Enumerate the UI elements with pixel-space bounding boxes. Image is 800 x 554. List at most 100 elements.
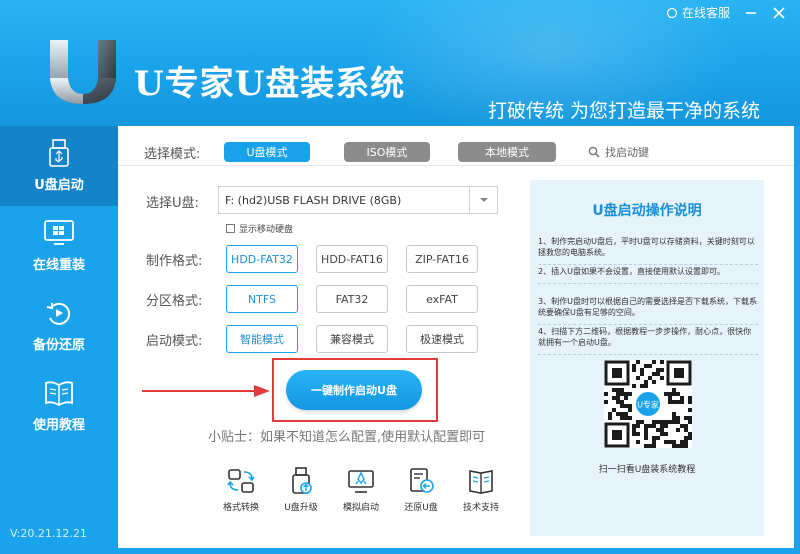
qr-cell (688, 420, 692, 424)
qr-cell (628, 404, 632, 408)
qr-cell (644, 424, 648, 428)
qr-cell (632, 424, 636, 428)
format-option-zip-fat16[interactable]: ZIP-FAT16 (406, 245, 478, 273)
partition-option-fat32[interactable]: FAT32 (316, 285, 388, 313)
qr-cell (644, 444, 648, 448)
qr-cell (640, 368, 644, 372)
qr-cell (604, 400, 608, 404)
usb-drive-select[interactable]: F: (hd2)USB FLASH DRIVE (8GB) (218, 186, 498, 214)
qr-cell (624, 392, 628, 396)
qr-cell (616, 396, 620, 400)
qr-cell (684, 440, 688, 444)
qr-caption: 扫一扫看U盘装系统教程 (598, 465, 696, 475)
qr-cell (656, 420, 660, 424)
online-support-label: 在线客服 (681, 6, 730, 20)
qr-cell (676, 420, 680, 424)
qr-code: U专家 (604, 360, 692, 448)
qr-cell (652, 444, 656, 448)
qr-cell (644, 428, 648, 432)
qr-cell (652, 420, 656, 424)
qr-cell (624, 412, 628, 416)
qr-cell (640, 420, 644, 424)
qr-cell (680, 440, 684, 444)
instruction-step-1: 1、制作完启动U盘后，平时U盘可以存储资料，关键时刻可以拯救您的电脑系统。 (538, 236, 758, 265)
qr-cell (644, 384, 648, 388)
show-mobile-disk-checkbox[interactable] (226, 224, 235, 233)
tab-usb-mode[interactable]: U盘模式 (224, 142, 310, 162)
qr-cell (636, 440, 640, 444)
sidebar-item-usb-boot[interactable]: U盘启动 (0, 126, 118, 206)
tab-local-mode[interactable]: 本地模式 (458, 142, 556, 162)
qr-cell (620, 404, 624, 408)
qr-cell (612, 408, 616, 412)
online-support-button[interactable]: 在线客服 (666, 4, 730, 21)
qr-cell (652, 424, 656, 428)
qr-cell (676, 416, 680, 420)
close-icon[interactable] (772, 6, 786, 20)
qr-cell (636, 360, 640, 364)
qr-cell (668, 420, 672, 424)
sidebar-item-online-reinstall[interactable]: 在线重装 (0, 206, 118, 286)
qr-cell (688, 416, 692, 420)
qr-cell (660, 368, 664, 372)
window-controls: 在线客服 (666, 4, 786, 21)
qr-cell (684, 424, 688, 428)
book-icon (45, 381, 73, 406)
format-option-hdd-fat32[interactable]: HDD-FAT32 (226, 245, 298, 273)
make-boot-usb-button[interactable]: 一键制作启动U盘 (286, 370, 422, 410)
qr-cell (652, 380, 656, 384)
qr-cell (656, 428, 660, 432)
version-label: V:20.21.12.21 (10, 527, 87, 540)
sidebar-item-backup-restore[interactable]: 备份还原 (0, 286, 118, 366)
qr-cell (648, 424, 652, 428)
qr-cell (660, 428, 664, 432)
qr-cell (604, 392, 608, 396)
qr-cell (656, 372, 660, 376)
format-option-hdd-fat16[interactable]: HDD-FAT16 (316, 245, 388, 273)
qr-cell (624, 404, 628, 408)
qr-cell (624, 416, 628, 420)
usb-upgrade-icon (292, 467, 312, 494)
find-boot-key-button[interactable]: 找启动键 (588, 144, 649, 160)
partition-option-exfat[interactable]: exFAT (406, 285, 478, 313)
tool-format-convert[interactable]: 格式转换 (214, 466, 268, 513)
qr-cell (652, 436, 656, 440)
slogan: 打破传统 为您打造最干净的系统 (487, 100, 760, 122)
qr-cell (684, 428, 688, 432)
partition-option-ntfs[interactable]: NTFS (226, 285, 298, 313)
instruction-step-3: 3、制作U盘时可以根据自己的需要选择是否下载系统，下载系统要确保U盘有足够的空间… (538, 296, 758, 325)
mode-label: 选择模式: (144, 147, 201, 162)
qr-cell (636, 420, 640, 424)
qr-cell (664, 432, 668, 436)
qr-cell (672, 392, 676, 396)
minimize-icon[interactable] (744, 6, 758, 20)
title-bar: U专家U盘装系统 打破传统 为您打造最干净的系统 在线客服 (0, 0, 800, 126)
app-title: U专家U盘装系统 (134, 64, 406, 104)
qr-cell (672, 388, 676, 392)
chevron-down-icon[interactable] (469, 187, 497, 213)
tool-tech-support[interactable]: 技术支持 (454, 466, 508, 513)
instruction-step-4: 4、扫描下方二维码，根据教程一步步操作，耐心点，很快你就拥有一个启动U盘。 (538, 326, 758, 355)
boot-option-smart[interactable]: 智能模式 (226, 325, 298, 353)
tool-usb-upgrade[interactable]: U盘升级 (274, 466, 328, 513)
boot-option-fast[interactable]: 极速模式 (406, 325, 478, 353)
qr-cell (664, 420, 668, 424)
tab-iso-mode[interactable]: ISO模式 (344, 142, 430, 162)
qr-cell (688, 432, 692, 436)
qr-cell (636, 376, 640, 380)
qr-cell (616, 392, 620, 396)
qr-cell (628, 408, 632, 412)
tool-simulate-boot[interactable]: 模拟启动 (334, 466, 388, 513)
sidebar-item-tutorial[interactable]: 使用教程 (0, 366, 118, 446)
sidebar-item-label: 备份还原 (32, 338, 85, 353)
instruction-step-2: 2、插入U盘如果不会设置，直接使用默认设置即可。 (538, 266, 758, 284)
qr-cell (608, 412, 612, 416)
boot-option-compatible[interactable]: 兼容模式 (316, 325, 388, 353)
qr-code-icon: U专家 (604, 360, 692, 448)
show-mobile-disk-label: 显示移动硬盘 (239, 225, 294, 235)
tool-restore-usb[interactable]: 还原U盘 (394, 466, 448, 513)
qr-cell (648, 376, 652, 380)
qr-cell (672, 400, 676, 404)
support-icon (666, 7, 678, 18)
qr-cell (660, 360, 664, 364)
